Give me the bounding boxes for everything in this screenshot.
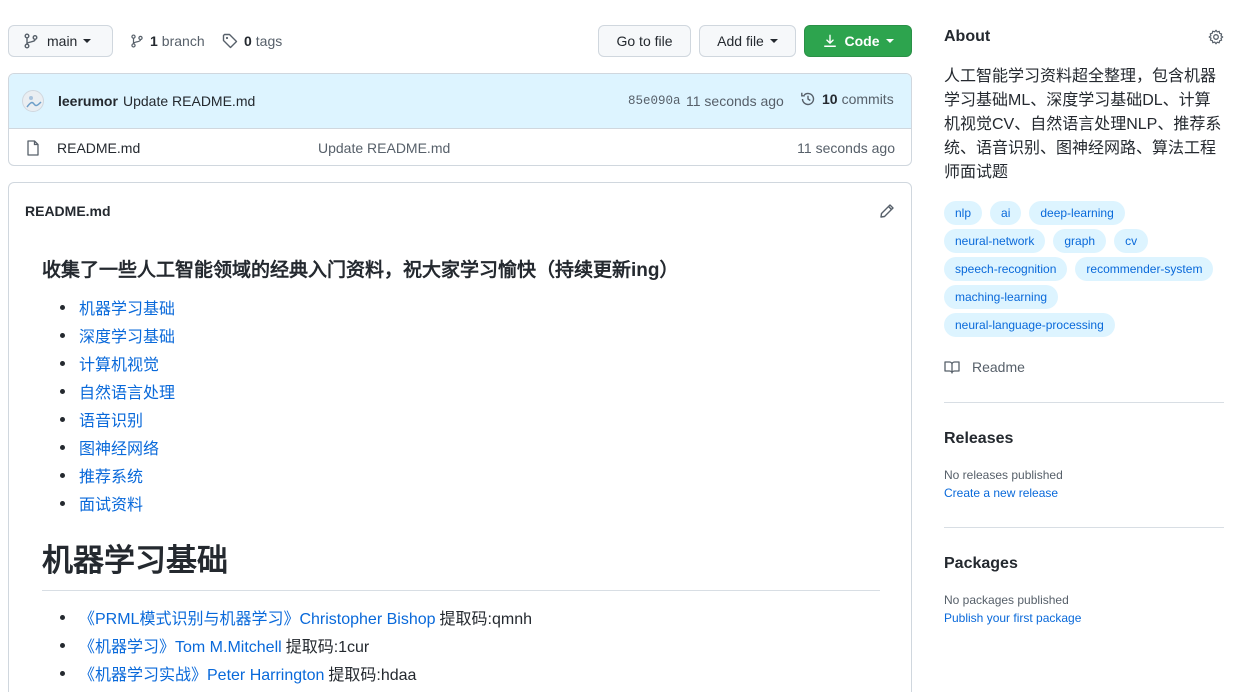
go-to-file-button[interactable]: Go to file (598, 25, 691, 57)
toc-item[interactable]: 计算机视觉 (42, 349, 175, 377)
commit-sha[interactable]: 85e090a (628, 94, 681, 108)
add-file-button[interactable]: Add file (699, 25, 796, 57)
commit-message[interactable]: Update README.md (123, 93, 255, 109)
readme-panel: README.md 收集了一些人工智能领域的经典入门资料，祝大家学习愉快（持续更… (8, 182, 912, 692)
git-branch-icon (131, 34, 143, 48)
toc-item[interactable]: 推荐系统 (42, 461, 175, 489)
readme-title[interactable]: README.md (25, 203, 111, 219)
packages-title[interactable]: Packages (944, 555, 1018, 573)
toc-link[interactable]: 计算机视觉 (79, 351, 159, 375)
add-file-label: Add file (717, 33, 764, 49)
releases-empty-text: No releases published (944, 468, 1063, 482)
book-item: 《机器学习实战》Peter Harrington 提取码:hdaa (42, 659, 532, 687)
topic-tag[interactable]: neural-network (944, 229, 1046, 253)
toc-link[interactable]: 图神经网络 (79, 435, 159, 459)
toc-item[interactable]: 面试资料 (42, 489, 175, 517)
file-row[interactable]: README.md Update README.md 11 seconds ag… (9, 129, 911, 165)
toc-link[interactable]: 自然语言处理 (79, 379, 175, 403)
topic-tag[interactable]: speech-recognition (944, 257, 1068, 281)
tag-icon (222, 33, 238, 49)
about-description: 人工智能学习资料超全整理，包含机器学习基础ML、深度学习基础DL、计算机视觉CV… (944, 68, 1222, 181)
code-label: Code (844, 33, 880, 49)
book-code: 提取码:1cur (285, 639, 370, 656)
toc-item[interactable]: 语音识别 (42, 405, 175, 433)
topic-tag[interactable]: maching-learning (944, 285, 1059, 309)
create-release-link[interactable]: Create a new release (944, 486, 1058, 500)
book-icon (944, 361, 960, 374)
file-time: 11 seconds ago (797, 140, 895, 156)
commits-count: 10 (822, 91, 838, 107)
tags-link[interactable]: 0 tags (222, 25, 282, 57)
topic-tag[interactable]: cv (1114, 229, 1149, 253)
tags-count: 0 (244, 33, 252, 49)
pencil-icon[interactable] (879, 203, 895, 219)
book-link[interactable]: 《PRML模式识别与机器学习》Christopher Bishop (79, 605, 436, 629)
topic-tag[interactable]: nlp (944, 201, 983, 225)
chevron-down-icon (769, 39, 778, 43)
toc-link[interactable]: 语音识别 (79, 407, 143, 431)
toc-item[interactable]: 机器学习基础 (42, 293, 175, 321)
commit-time: 11 seconds ago (686, 93, 784, 109)
releases-title[interactable]: Releases (944, 430, 1013, 448)
chevron-down-icon (885, 39, 894, 43)
history-icon (801, 92, 815, 106)
about-title: About (944, 28, 991, 45)
book-link[interactable]: 《机器学习实战》Peter Harrington (79, 661, 324, 685)
branches-link[interactable]: 1 branch (130, 25, 205, 57)
divider (944, 527, 1224, 528)
toc-item[interactable]: 深度学习基础 (42, 321, 175, 349)
branch-name: main (47, 33, 78, 49)
publish-package-link[interactable]: Publish your first package (944, 611, 1081, 625)
readme-intro-heading: 收集了一些人工智能领域的经典入门资料，祝大家学习愉快（持续更新ing） (42, 260, 679, 281)
readme-sidebar-label: Readme (972, 359, 1025, 375)
book-link[interactable]: 《机器学习》Tom M.Mitchell (79, 633, 282, 657)
file-browser: leerumor Update README.md 85e090a 11 sec… (8, 73, 912, 166)
branches-label: branch (161, 33, 205, 49)
toc-item[interactable]: 图神经网络 (42, 433, 175, 461)
latest-commit-row: leerumor Update README.md 85e090a 11 sec… (9, 74, 911, 129)
file-name[interactable]: README.md (57, 140, 140, 156)
book-list: 《PRML模式识别与机器学习》Christopher Bishop 提取码:qmn… (42, 603, 532, 687)
toc-item[interactable]: 自然语言处理 (42, 377, 175, 405)
commit-author[interactable]: leerumor (58, 93, 118, 109)
file-icon (27, 140, 39, 156)
chevron-down-icon (83, 39, 92, 43)
download-icon (823, 34, 836, 47)
avatar-image-icon (26, 96, 42, 108)
commits-label: commits (841, 91, 894, 107)
readme-toc: 机器学习基础 深度学习基础 计算机视觉 自然语言处理 语音识别 图神经网络 推荐… (42, 293, 175, 517)
repo-toolbar: main 1 branch 0 tags Go to file Add file… (8, 25, 912, 57)
tags-label: tags (255, 33, 283, 49)
topic-tag[interactable]: deep-learning (1029, 201, 1125, 225)
topic-list: nlp ai deep-learning neural-network grap… (944, 201, 1234, 337)
git-branch-icon (24, 33, 38, 49)
topic-tag[interactable]: ai (990, 201, 1022, 225)
book-item: 《机器学习》Tom M.Mitchell 提取码:1cur (42, 631, 532, 659)
toc-link[interactable]: 机器学习基础 (79, 295, 175, 319)
divider (944, 402, 1224, 403)
file-commit-message[interactable]: Update README.md (318, 140, 450, 156)
toc-link[interactable]: 深度学习基础 (79, 323, 175, 347)
packages-empty-text: No packages published (944, 593, 1069, 607)
readme-sidebar-link[interactable]: Readme (944, 359, 1025, 375)
toc-link[interactable]: 面试资料 (79, 491, 143, 515)
topic-tag[interactable]: recommender-system (1075, 257, 1214, 281)
toc-link[interactable]: 推荐系统 (79, 463, 143, 487)
topic-tag[interactable]: graph (1053, 229, 1107, 253)
gear-icon[interactable] (1208, 29, 1224, 45)
avatar[interactable] (22, 90, 44, 112)
branches-count: 1 (150, 33, 158, 49)
book-code: 提取码:qmnh (439, 611, 533, 628)
commits-history-link[interactable]: 10 commits (800, 91, 894, 107)
code-button[interactable]: Code (804, 25, 912, 57)
topic-tag[interactable]: neural-language-processing (944, 313, 1115, 337)
book-code: 提取码:hdaa (328, 667, 417, 684)
branch-select-button[interactable]: main (8, 25, 113, 57)
book-item: 《PRML模式识别与机器学习》Christopher Bishop 提取码:qmn… (42, 603, 532, 631)
readme-section-heading: 机器学习基础 (42, 535, 880, 591)
go-to-file-label: Go to file (616, 33, 673, 49)
